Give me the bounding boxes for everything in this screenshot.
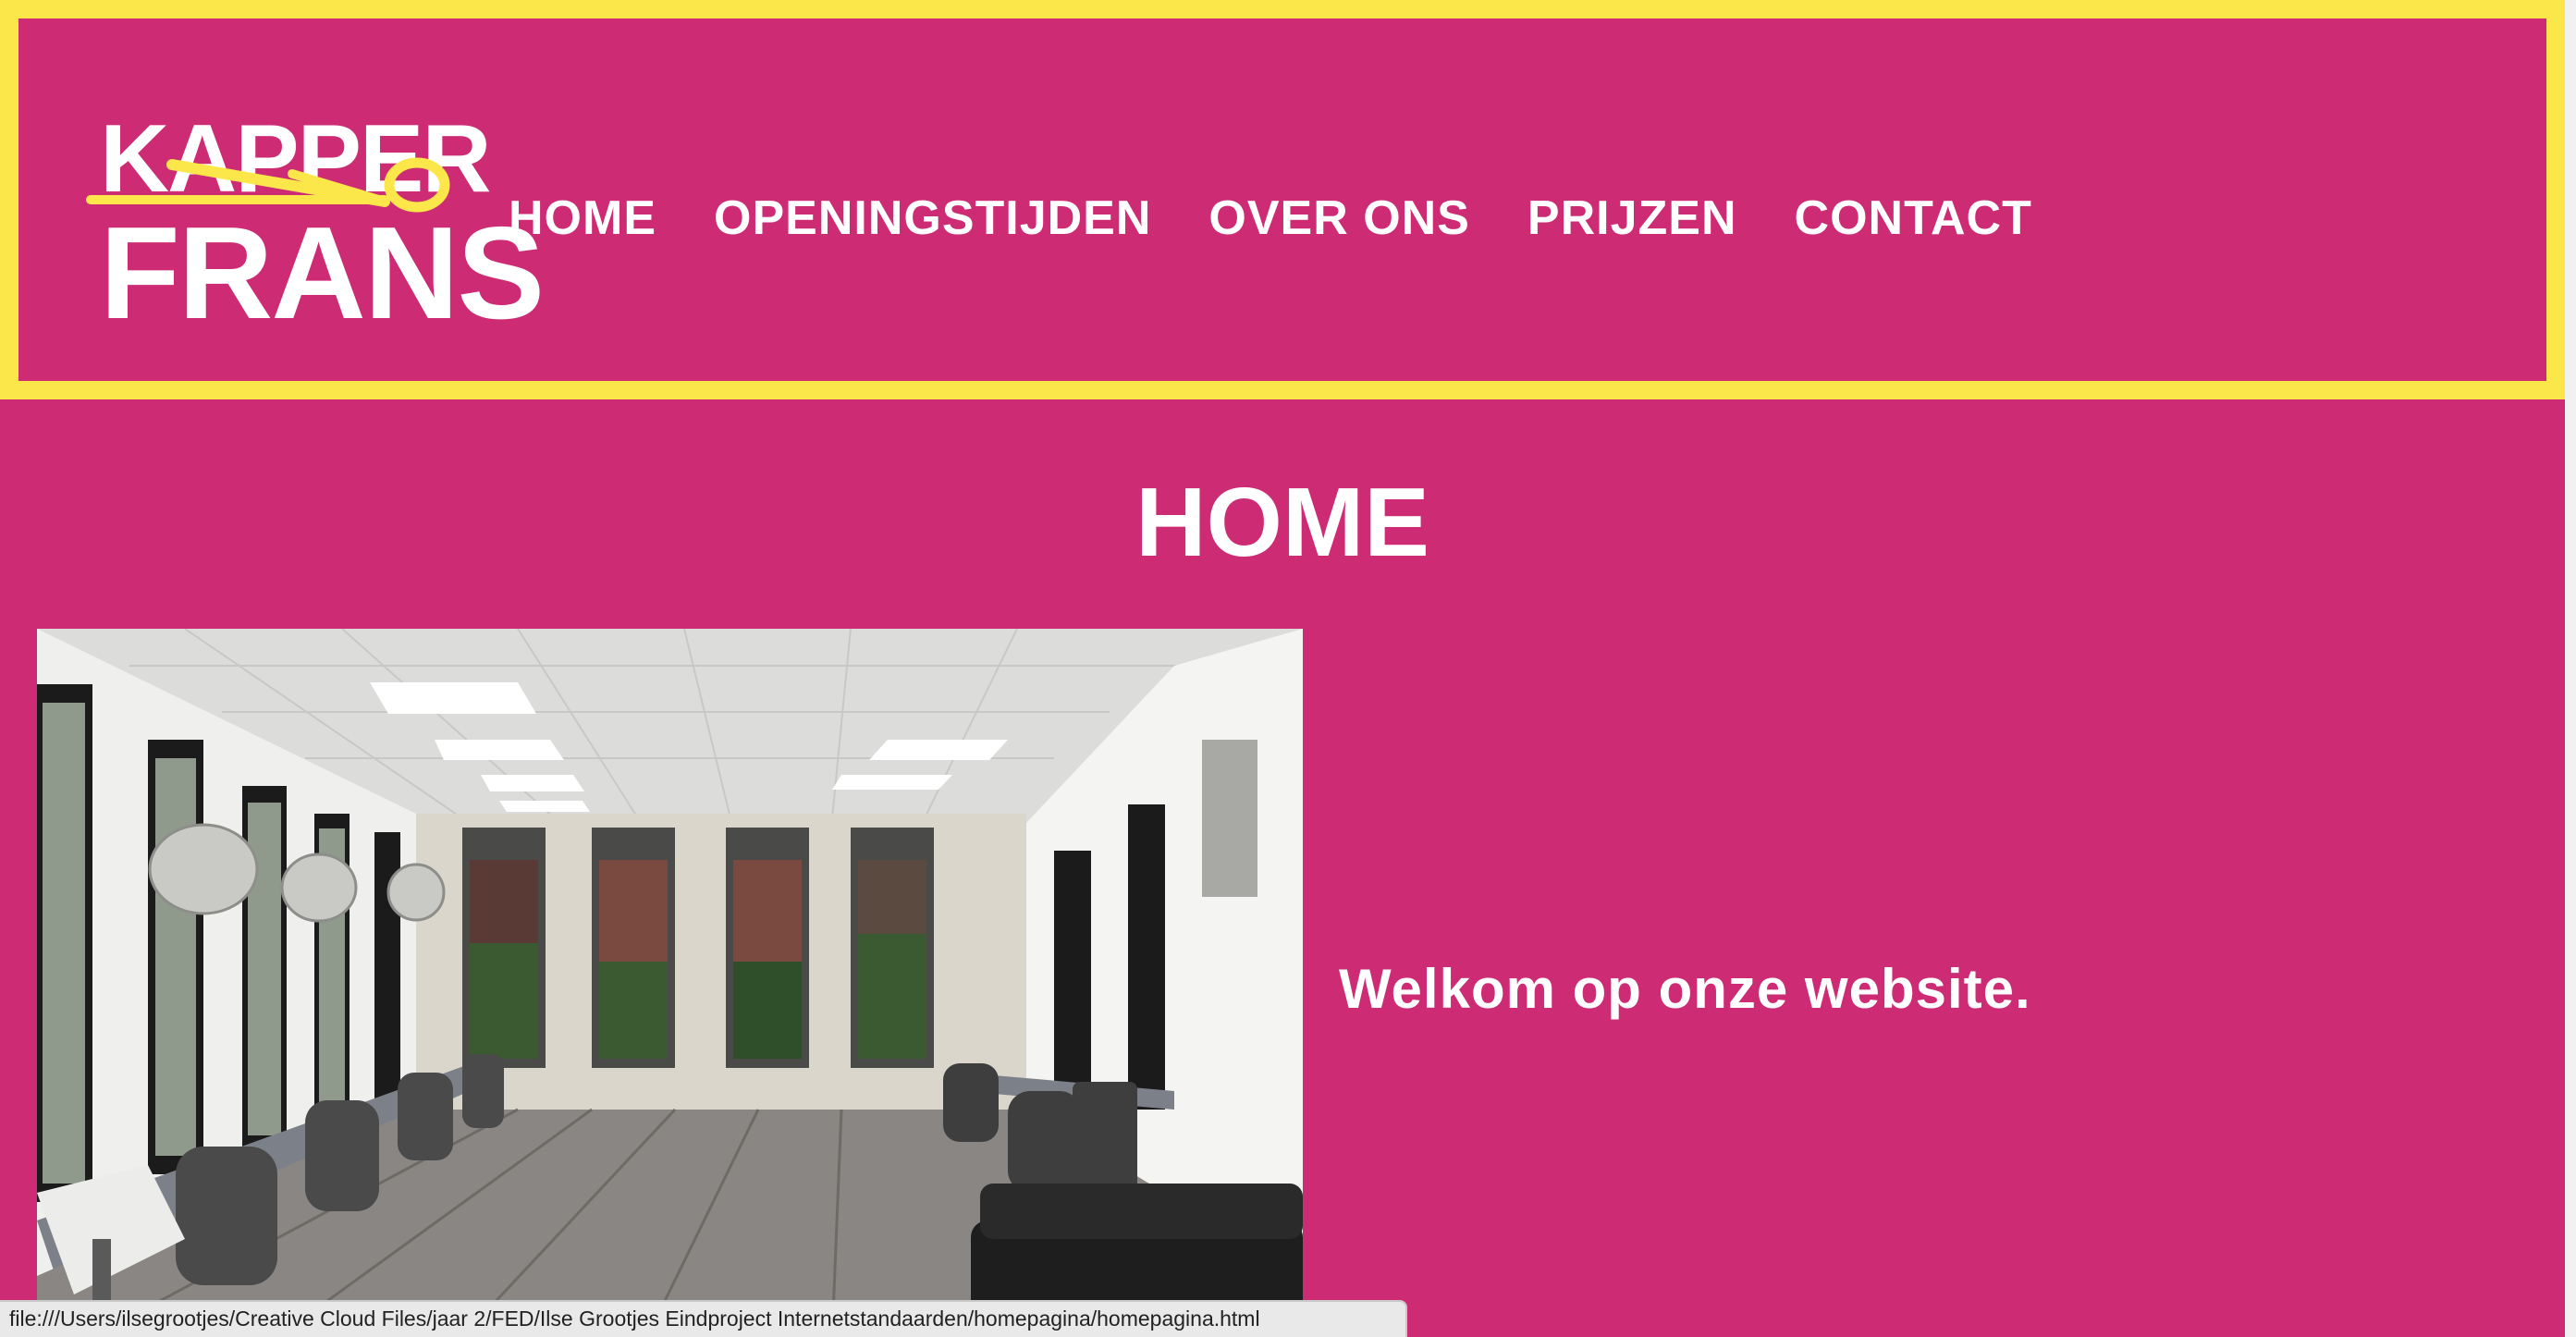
nav-openingstijden[interactable]: OPENINGSTIJDEN (714, 190, 1151, 246)
nav-over-ons[interactable]: OVER ONS (1208, 190, 1470, 246)
logo[interactable]: KAPPER FRANS (80, 92, 545, 342)
page-title: HOME (1135, 468, 1429, 577)
nav-prijzen[interactable]: PRIJZEN (1527, 190, 1737, 246)
page: KAPPER FRANS HOME OPENINGSTIJDEN OVER ON… (0, 0, 2576, 1337)
window-edge (2565, 0, 2576, 1337)
welcome-message: Welkom op onze website. (1339, 958, 2031, 1020)
site-header: KAPPER FRANS HOME OPENINGSTIJDEN OVER ON… (0, 0, 2565, 399)
salon-photo (37, 629, 1303, 1337)
salon-interior-image (37, 629, 1303, 1337)
browser-status-bar: file:///Users/ilsegrootjes/Creative Clou… (0, 1300, 1407, 1337)
logo-line-frans: FRANS (100, 200, 545, 347)
main-nav: HOME OPENINGSTIJDEN OVER ONS PRIJZEN CON… (509, 190, 2090, 246)
nav-home[interactable]: HOME (509, 190, 656, 246)
nav-contact[interactable]: CONTACT (1795, 190, 2032, 246)
